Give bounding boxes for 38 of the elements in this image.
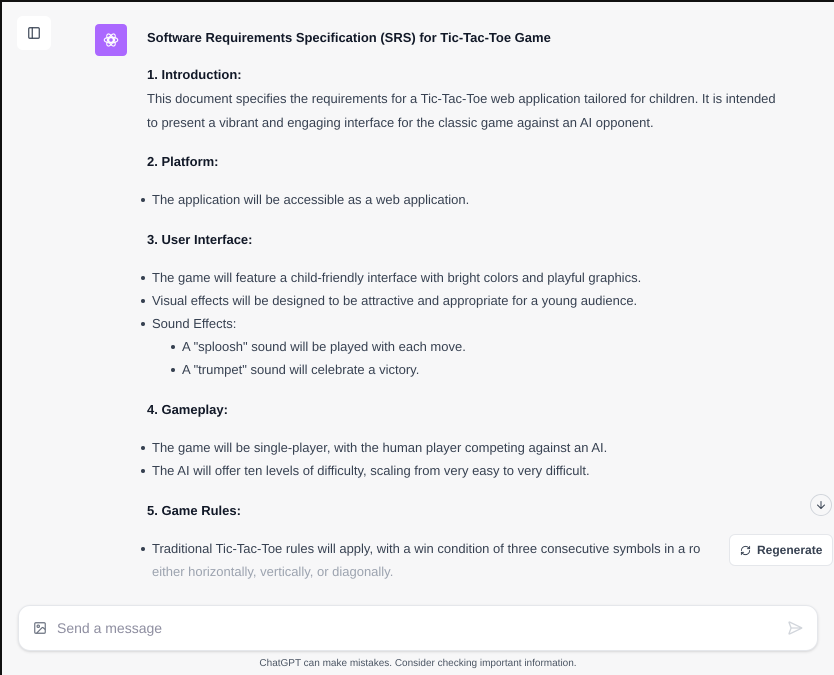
list-item: A "trumpet" sound will celebrate a victory. — [182, 361, 420, 379]
image-upload-icon — [33, 621, 47, 635]
bullet-icon — [141, 446, 145, 450]
list-item: The game will be single-player, with the human player competing against an AI. — [152, 439, 608, 457]
bullet-icon — [141, 198, 145, 202]
disclaimer-text: ChatGPT can make mistakes. Consider checking important information. — [259, 657, 577, 671]
list-item: Sound Effects: — [152, 315, 236, 333]
bullet-icon — [141, 547, 145, 551]
message-input-text[interactable]: Send a message — [57, 618, 777, 638]
regenerate-button[interactable]: Regenerate — [729, 534, 834, 566]
sidebar-icon — [27, 26, 41, 40]
refresh-icon — [740, 544, 751, 556]
bullet-icon — [171, 345, 175, 349]
section-heading: 3. User Interface: — [147, 231, 254, 249]
bullet-icon — [141, 322, 145, 326]
list-item-continuation: either horizontally, vertically, or diagonally. — [151, 563, 394, 581]
list-item: The AI will offer ten levels of difficulty, scaling from very easy to very difficult. — [152, 462, 590, 480]
list-item: A "sploosh" sound will be played with each move. — [182, 338, 466, 356]
section-heading: 4. Gameplay: — [147, 401, 229, 419]
section-heading: 5. Game Rules: — [147, 502, 242, 520]
list-item: Traditional Tic-Tac-Toe rules will apply, with a win condition of three consecutive symbols in a ro — [152, 540, 700, 558]
bullet-icon — [171, 368, 175, 372]
list-item: The game will feature a child-friendly interface with bright colors and playful graphics. — [152, 269, 642, 287]
message-title: Software Requirements Specification (SRS) for Tic-Tac-Toe Game — [147, 29, 552, 47]
send-icon — [787, 620, 803, 636]
arrow-down-icon — [815, 499, 827, 511]
logo-icon — [102, 31, 120, 49]
bullet-icon — [141, 276, 145, 280]
list-item: The application will be accessible as a web application. — [152, 191, 470, 209]
section-heading: 1. Introduction: — [147, 66, 243, 84]
scroll-down-button[interactable] — [810, 494, 832, 516]
list-item: Visual effects will be designed to be attractive and appropriate for a young audience. — [152, 292, 638, 310]
section-heading: 2. Platform: — [147, 153, 220, 171]
bullet-icon — [141, 469, 145, 473]
message-input[interactable]: Send a message — [18, 605, 818, 651]
section-paragraph: This document specifies the requirements for a Tic-Tac-Toe web application tailored for children. It is intended to present a vibrant and engaging interface for the classic game against an AI opponent. — [147, 90, 777, 132]
sidebar-toggle-button[interactable] — [17, 16, 51, 50]
bullet-icon — [141, 299, 145, 303]
